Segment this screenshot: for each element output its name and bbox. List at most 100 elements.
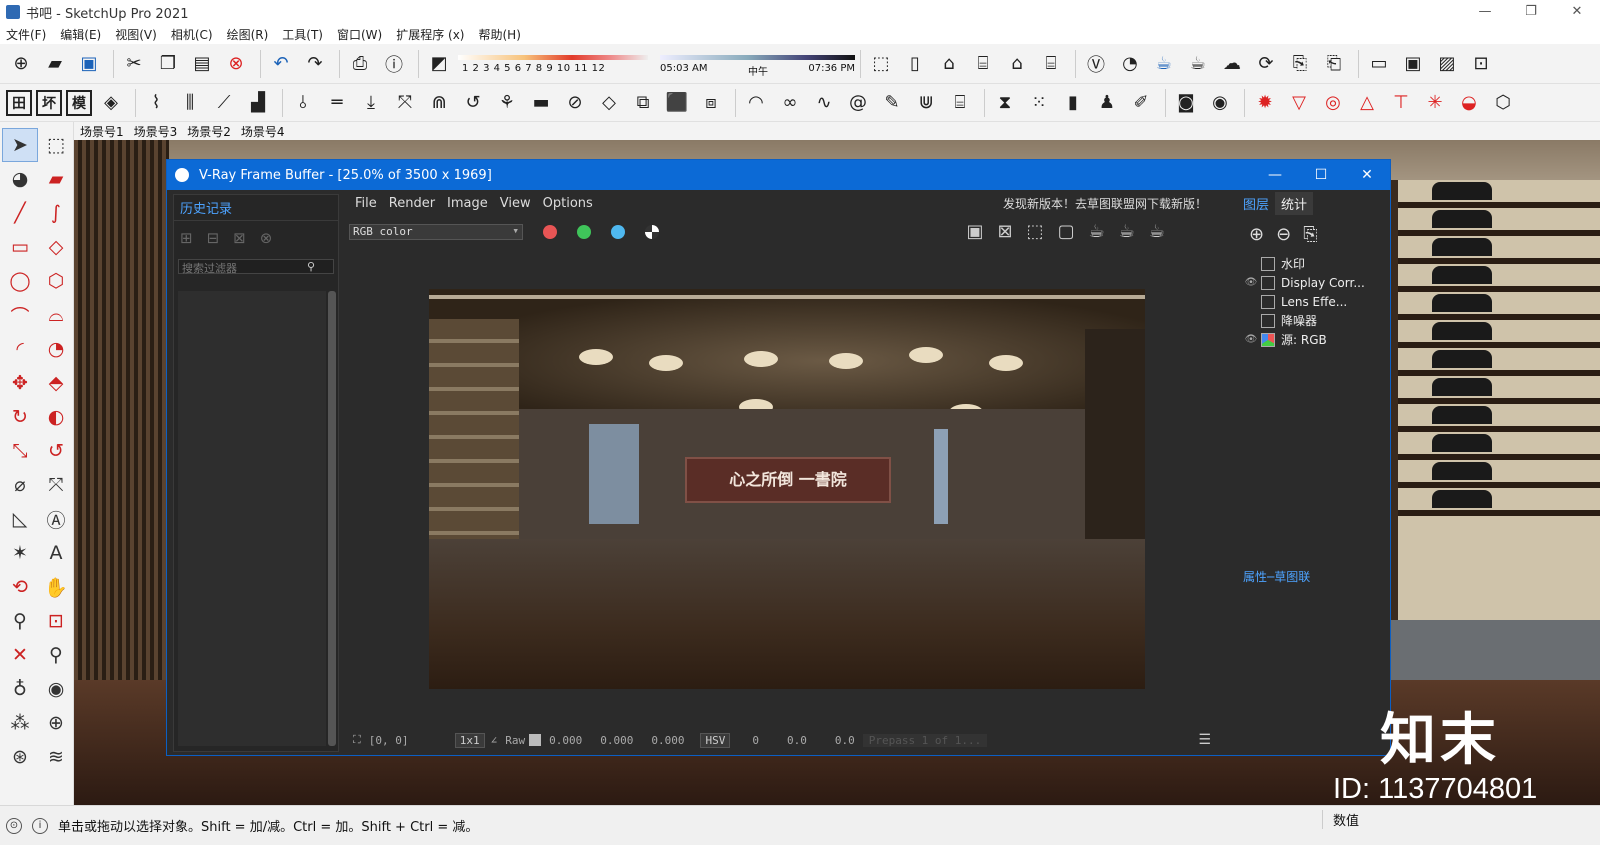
vfb-maximize-button[interactable]: ☐: [1298, 160, 1344, 190]
layers-icon[interactable]: ⧈: [696, 88, 726, 118]
ramp-icon[interactable]: ⟋: [209, 88, 239, 118]
dome-icon[interactable]: ◠: [741, 88, 771, 118]
paint-bucket-icon[interactable]: ◕: [2, 162, 38, 196]
vray-render-icon[interactable]: ☕: [1149, 49, 1179, 79]
plugin-logo-icon[interactable]: ◈: [96, 88, 126, 118]
protractor-icon[interactable]: ◺: [2, 502, 38, 536]
layer-item[interactable]: Lens Effe...: [1241, 292, 1379, 311]
save-image-icon[interactable]: ▣: [966, 221, 983, 242]
vray-asset-editor-icon[interactable]: ◔: [1115, 49, 1145, 79]
follow-me-icon[interactable]: ◐: [38, 400, 74, 434]
layer-item[interactable]: 👁 源: RGB: [1241, 330, 1379, 349]
menu-edit[interactable]: 编辑(E): [60, 26, 101, 43]
rotated-rectangle-icon[interactable]: ◇: [38, 230, 74, 264]
arch-icon[interactable]: ⋒: [424, 88, 454, 118]
log-icon[interactable]: ☰: [1198, 732, 1211, 748]
update-notice[interactable]: 发现新版本！去草图联盟网下载新版！: [1003, 195, 1207, 212]
stairs-icon[interactable]: ⌇: [141, 88, 171, 118]
mesh-light-icon[interactable]: ⬡: [1488, 88, 1518, 118]
blue-channel-icon[interactable]: [611, 225, 625, 239]
curve-icon[interactable]: ∠: [491, 734, 498, 747]
add-location-icon[interactable]: ⊛: [2, 740, 38, 774]
vray-lighting-icon[interactable]: ▣: [1398, 49, 1428, 79]
scene-tab-4[interactable]: 场景号4: [241, 123, 285, 140]
undo-icon[interactable]: ↶: [266, 49, 296, 79]
previous-view-icon[interactable]: ⚲: [38, 638, 74, 672]
grid-button[interactable]: 田: [6, 89, 32, 116]
menu-window[interactable]: 窗口(W): [337, 26, 382, 43]
visibility-icon[interactable]: 👁: [1241, 277, 1261, 288]
vfb-menu-file[interactable]: File: [355, 196, 377, 211]
history-load-icon[interactable]: ⊠: [233, 229, 246, 247]
paste-icon[interactable]: ▤: [187, 49, 217, 79]
sandbox-icon[interactable]: ≋: [38, 740, 74, 774]
menu-file[interactable]: 文件(F): [6, 26, 46, 43]
restore-button[interactable]: ❐: [1508, 0, 1554, 24]
pick-icon[interactable]: ⛶: [353, 733, 361, 747]
select-tool-icon[interactable]: ➤: [2, 128, 38, 162]
pie-icon[interactable]: ◔: [38, 332, 74, 366]
vray-lock-icon[interactable]: ⊡: [1466, 49, 1496, 79]
cone-light-icon[interactable]: △: [1352, 88, 1382, 118]
grid-stack-icon[interactable]: ⧉: [628, 88, 658, 118]
copy-icon[interactable]: ❐: [153, 49, 183, 79]
channel-select[interactable]: RGB color: [349, 224, 523, 240]
text-tool-icon[interactable]: Ⓐ: [38, 502, 74, 536]
render-preview[interactable]: 心之所倒 一書院: [429, 289, 1145, 689]
person-icon[interactable]: ♟: [1092, 88, 1122, 118]
alpha-channel-icon[interactable]: [645, 225, 659, 239]
color-mode-select[interactable]: HSV: [700, 732, 731, 748]
dome-light-icon[interactable]: ◒: [1454, 88, 1484, 118]
redo-icon[interactable]: ↷: [300, 49, 330, 79]
broken-button[interactable]: 坏: [36, 89, 62, 116]
iso-view-icon[interactable]: ⬚: [866, 49, 896, 79]
vray-cloud-icon[interactable]: ☁: [1217, 49, 1247, 79]
rotate-icon[interactable]: ↻: [2, 400, 38, 434]
shadow-time-slider[interactable]: 05:03 AM 中午 07:36 PM: [660, 49, 855, 79]
print-icon[interactable]: ⎙: [345, 49, 375, 79]
building-icon[interactable]: ⌸: [945, 88, 975, 118]
vray-batch-icon[interactable]: ⎘: [1285, 49, 1315, 79]
shadow-date-slider[interactable]: 1 2 3 4 5 6 7 8 9 10 11 12: [458, 49, 648, 79]
menu-help[interactable]: 帮助(H): [478, 26, 520, 43]
instructor-icon[interactable]: i: [32, 817, 48, 834]
drop-icon[interactable]: ⤓: [356, 88, 386, 118]
menu-camera[interactable]: 相机(C): [171, 26, 213, 43]
plane-icon[interactable]: ◇: [594, 88, 624, 118]
layer-item[interactable]: 水印: [1241, 254, 1379, 273]
push-pull-icon[interactable]: ⬘: [38, 366, 74, 400]
menu-draw[interactable]: 绘图(R): [227, 26, 269, 43]
zoom-extents-icon[interactable]: ✕: [2, 638, 38, 672]
raw-checkbox[interactable]: [529, 734, 542, 746]
history-save-icon[interactable]: ⊞: [180, 229, 193, 247]
column-icon[interactable]: ⫼: [175, 88, 205, 118]
ies-light-icon[interactable]: ⊤: [1386, 88, 1416, 118]
vray-image-icon[interactable]: ▨: [1432, 49, 1462, 79]
vfb-minimize-button[interactable]: —: [1252, 160, 1298, 190]
shadow-toggle-icon[interactable]: ◩: [424, 49, 454, 79]
line-tool-icon[interactable]: ╱: [2, 196, 38, 230]
front-view-icon[interactable]: ⌂: [934, 49, 964, 79]
history-scrollbar[interactable]: [328, 291, 336, 746]
tape-measure-icon[interactable]: ⌀: [2, 468, 38, 502]
dimension-icon[interactable]: ⤧: [38, 468, 74, 502]
distribute-icon[interactable]: ═: [322, 88, 352, 118]
menu-tools[interactable]: 工具(T): [282, 26, 323, 43]
light-gen-icon[interactable]: ✹: [1250, 88, 1280, 118]
scale-icon[interactable]: ⤡: [2, 434, 38, 468]
offset-icon[interactable]: ↺: [38, 434, 74, 468]
model-info-icon[interactable]: ⓘ: [379, 49, 409, 79]
comb-icon[interactable]: ⋓: [911, 88, 941, 118]
pencil-icon[interactable]: ✎: [877, 88, 907, 118]
layer-preset-icon[interactable]: ⎘: [1303, 224, 1317, 245]
position-camera-icon[interactable]: ♁: [2, 672, 38, 706]
scene-tab-3[interactable]: 场景号3: [134, 123, 178, 140]
axes-icon[interactable]: ✶: [2, 536, 38, 570]
layer-item[interactable]: 👁 Display Corr...: [1241, 273, 1379, 292]
start-render-icon[interactable]: ☕: [1119, 221, 1135, 242]
camera-icon[interactable]: ◉: [1205, 88, 1235, 118]
left-view-icon[interactable]: ⌸: [1036, 49, 1066, 79]
3d-text-icon[interactable]: A: [38, 536, 74, 570]
menu-extensions[interactable]: 扩展程序 (x): [396, 26, 464, 43]
brush-icon[interactable]: ✐: [1126, 88, 1156, 118]
